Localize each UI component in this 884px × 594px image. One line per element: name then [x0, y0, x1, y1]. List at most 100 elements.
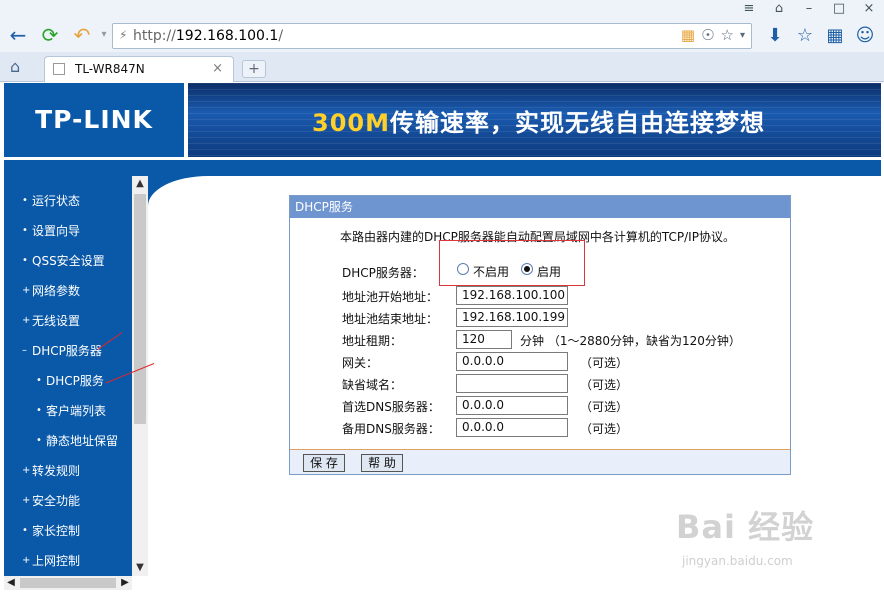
menu-bullet: +	[22, 495, 31, 506]
menu-item-dhcp-service[interactable]: • DHCP服务	[4, 370, 132, 392]
banner-slogan: 300M传输速率，实现无线自由连接梦想	[312, 103, 765, 138]
menu-item-client-list[interactable]: • 客户端列表	[4, 400, 132, 422]
lease-hint: 分钟 （1～2880分钟，缺省为120分钟）	[520, 334, 741, 348]
close-window-icon[interactable]: ×	[854, 0, 884, 20]
menu-label: QSS安全设置	[32, 254, 105, 268]
banner: TP-LINK 300M传输速率，实现无线自由连接梦想	[0, 82, 884, 158]
menu-item-access-control[interactable]: + 上网控制	[4, 550, 132, 572]
save-button[interactable]: 保 存	[303, 454, 345, 472]
domain-input[interactable]	[456, 374, 568, 393]
dns2-input[interactable]: 0.0.0.0	[456, 418, 568, 437]
user-icon[interactable]: ☺	[854, 24, 876, 48]
domain-row: 缺省域名： （可选）	[342, 374, 782, 394]
scroll-right-icon[interactable]: ▶	[118, 576, 132, 590]
panel-title: DHCP服务	[290, 196, 790, 218]
menu-item-forwarding[interactable]: + 转发规则	[4, 460, 132, 482]
back-arrow-icon[interactable]: ←	[6, 24, 30, 48]
gateway-row: 网关： 0.0.0.0 （可选）	[342, 352, 782, 372]
maximize-icon[interactable]: □	[824, 0, 854, 20]
dns2-optional: （可选）	[580, 422, 629, 436]
pool-end-input[interactable]: 192.168.100.199	[456, 308, 568, 327]
lease-label: 地址租期：	[342, 334, 403, 348]
menu-label: 设置向导	[32, 224, 81, 238]
dns2-label: 备用DNS服务器：	[342, 422, 440, 436]
scroll-down-icon[interactable]: ▼	[132, 560, 148, 576]
home-icon[interactable]: ⌂	[10, 57, 20, 76]
menu-horizontal-scrollbar[interactable]: ◀ ▶	[4, 576, 132, 590]
panel-body: 本路由器内建的DHCP服务器能自动配置局域网中各计算机的TCP/IP协议。 DH…	[290, 218, 790, 450]
menu-item-status[interactable]: • 运行状态	[4, 190, 132, 212]
tab-tl-wr847n[interactable]: TL-WR847N ×	[44, 56, 234, 82]
star-icon[interactable]: ☆	[794, 24, 816, 48]
dns1-row: 首选DNS服务器： 0.0.0.0 （可选）	[342, 396, 782, 416]
menu-bullet: •	[36, 375, 42, 386]
dns1-label: 首选DNS服务器：	[342, 400, 440, 414]
menu-label: 运行状态	[32, 194, 81, 208]
dhcp-server-label: DHCP服务器：	[342, 266, 424, 280]
download-icon[interactable]: ⬇	[764, 24, 786, 48]
gateway-label: 网关：	[342, 356, 379, 370]
menu-icon[interactable]: ≡	[734, 0, 764, 20]
url-text[interactable]: http://192.168.100.1/	[133, 28, 283, 44]
pool-start-input[interactable]: 192.168.100.100	[456, 286, 568, 305]
menu-item-static-reservation[interactable]: • 静态地址保留	[4, 430, 132, 452]
highlight-box	[439, 240, 585, 286]
menu-label: 静态地址保留	[46, 434, 119, 448]
left-menu: • 运行状态 • 设置向导 • QSS安全设置 + 网络参数 + 无线设置 – DHCP服务…	[4, 176, 132, 576]
translate-icon[interactable]: ▦	[681, 26, 695, 46]
router-admin-page: TP-LINK 300M传输速率，实现无线自由连接梦想 • 运行状态 • 设置向导 …	[0, 82, 884, 594]
baidu-watermark: Bai 经验 jingyan.baidu.com	[676, 492, 876, 582]
new-tab-button[interactable]: +	[242, 60, 266, 78]
help-button[interactable]: 帮 助	[361, 454, 403, 472]
gateway-input[interactable]: 0.0.0.0	[456, 352, 568, 371]
menu-bullet: •	[36, 435, 42, 446]
toolbar-icons: ⬇ ☆ ▦ ☺	[764, 24, 876, 48]
browser-window: ≡ ⌂ – □ × ← ⟳ ↶ ▾ ⚡ http://192.168.100.1…	[0, 0, 884, 594]
menu-label: DHCP服务器	[32, 344, 102, 358]
url-host: 192.168.100.1	[175, 28, 279, 44]
menu-bullet: •	[22, 225, 28, 236]
scroll-up-icon[interactable]: ▲	[132, 176, 148, 192]
tp-link-logo: TP-LINK	[4, 83, 184, 157]
tab-close-icon[interactable]: ×	[212, 61, 223, 76]
menu-item-network[interactable]: + 网络参数	[4, 280, 132, 302]
menu-label: 无线设置	[32, 314, 81, 328]
scroll-thumb[interactable]	[134, 194, 146, 424]
window-controls: ≡ ⌂ – □ ×	[734, 0, 884, 20]
domain-label: 缺省域名：	[342, 378, 403, 392]
menu-item-wireless[interactable]: + 无线设置	[4, 310, 132, 332]
menu-item-security[interactable]: + 安全功能	[4, 490, 132, 512]
gateway-optional: （可选）	[580, 356, 629, 370]
hscroll-thumb[interactable]	[20, 578, 116, 588]
menu-item-parental[interactable]: • 家长控制	[4, 520, 132, 542]
menu-vertical-scrollbar[interactable]: ▲ ▼	[132, 176, 148, 576]
menu-label: 客户端列表	[46, 404, 107, 418]
menu-item-dhcp-server[interactable]: – DHCP服务器	[4, 340, 132, 362]
pool-start-row: 地址池开始地址： 192.168.100.100	[342, 286, 782, 306]
navigation-bar: ← ⟳ ↶ ▾ ⚡ http://192.168.100.1/ ▦ ☉ ☆ ▾ …	[0, 20, 884, 52]
watermark-url: jingyan.baidu.com	[682, 554, 793, 568]
favorite-star-icon[interactable]: ☆	[721, 26, 734, 46]
menu-bullet: +	[22, 555, 31, 566]
dns1-input[interactable]: 0.0.0.0	[456, 396, 568, 415]
shield-icon[interactable]: ☉	[701, 26, 714, 46]
apps-icon[interactable]: ▦	[824, 24, 846, 48]
menu-item-qss[interactable]: • QSS安全设置	[4, 250, 132, 272]
watermark-logo: Bai 经验	[676, 508, 815, 546]
lease-input[interactable]: 120	[456, 330, 512, 349]
menu-bullet: •	[22, 255, 28, 266]
menu-label: 转发规则	[32, 464, 81, 478]
corner-curve	[148, 176, 208, 206]
refresh-icon[interactable]: ⟳	[38, 24, 62, 48]
undo-icon[interactable]: ↶	[70, 24, 94, 48]
slogan-text: 传输速率，实现无线自由连接梦想	[389, 109, 765, 137]
address-bar[interactable]: ⚡ http://192.168.100.1/ ▦ ☉ ☆ ▾	[112, 23, 752, 49]
skin-icon[interactable]: ⌂	[764, 0, 794, 20]
page-icon	[53, 63, 65, 75]
pool-start-label: 地址池开始地址：	[342, 290, 439, 304]
address-dropdown-icon[interactable]: ▾	[740, 26, 745, 46]
menu-item-wizard[interactable]: • 设置向导	[4, 220, 132, 242]
scroll-left-icon[interactable]: ◀	[4, 576, 18, 590]
minimize-icon[interactable]: –	[794, 0, 824, 20]
address-bar-icons: ▦ ☉ ☆ ▾	[681, 26, 745, 46]
